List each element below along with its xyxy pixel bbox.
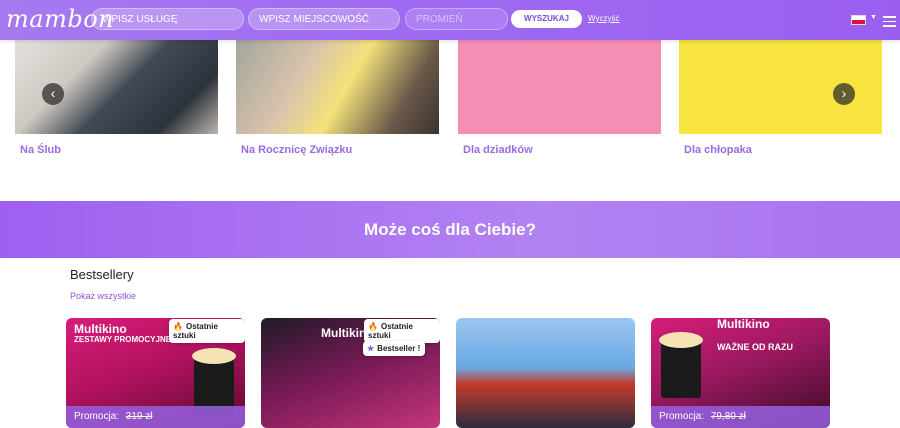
show-all-link[interactable]: Pokaż wszystkie <box>70 291 136 301</box>
chevron-right-icon[interactable]: › <box>833 83 855 105</box>
chevron-left-icon[interactable]: ‹ <box>42 83 64 105</box>
man-image <box>679 26 882 134</box>
popcorn-image <box>659 332 703 398</box>
bestseller-badge: ★ Bestseller ! <box>363 341 426 356</box>
carousel-card-wedding[interactable] <box>15 26 218 134</box>
service-search-input[interactable]: WPISZ USŁUGĘ <box>91 8 244 30</box>
last-items-badge: 🔥 Ostatnie sztuki <box>169 319 245 343</box>
clear-link[interactable]: Wyczyść <box>588 14 619 23</box>
product-brand: Multikino <box>717 318 770 331</box>
product-card-4[interactable]: Multikino WAŻNE OD RAZU Promocja: 79,80 … <box>651 318 830 428</box>
flame-icon: 🔥 <box>368 322 378 331</box>
promo-bar: Promocja: 319 zł <box>66 406 245 428</box>
hamburger-menu-icon[interactable] <box>883 16 896 30</box>
flame-icon: 🔥 <box>173 322 183 331</box>
product-card-3[interactable] <box>456 318 635 428</box>
carousel-card-boyfriend[interactable] <box>679 26 882 134</box>
carousel-title-anniversary[interactable]: Na Rocznicę Związku <box>241 144 352 156</box>
carousel-card-grandparents[interactable] <box>458 26 661 134</box>
product-brand: Multikino <box>74 322 127 336</box>
search-button[interactable]: WYSZUKAJ <box>511 10 582 28</box>
promo-label: Promocja: <box>659 411 705 422</box>
grandfather-image <box>458 26 661 134</box>
old-price: 319 zł <box>125 411 153 422</box>
old-price: 79,80 zł <box>710 411 746 422</box>
top-bar: mambon WPISZ USŁUGĘ WPISZ MIEJSCOWOŚĆ PR… <box>0 0 900 40</box>
recommendation-banner: Może coś dla Ciebie? <box>0 201 900 258</box>
carousel-title-boyfriend[interactable]: Dla chłopaka <box>684 144 752 156</box>
banner-title: Może coś dla Ciebie? <box>364 220 536 239</box>
anniversary-image <box>236 26 439 134</box>
product-card-1[interactable]: Multikino ZESTAWY PROMOCYJNE 🔥 Ostatnie s… <box>66 318 245 428</box>
last-items-badge: 🔥 Ostatnie sztuki <box>364 319 440 343</box>
promo-label: Promocja: <box>74 411 120 422</box>
chevron-down-icon[interactable]: ▼ <box>870 14 877 21</box>
carousel-title-wedding[interactable]: Na Ślub <box>20 144 61 156</box>
product-subtitle: ZESTAWY PROMOCYJNE <box>74 335 172 344</box>
location-input[interactable]: WPISZ MIEJSCOWOŚĆ <box>248 8 400 30</box>
product-subtitle: WAŻNE OD RAZU <box>717 342 793 352</box>
promo-bar: Promocja: 79,80 zł <box>651 406 830 428</box>
polish-flag-icon[interactable] <box>851 15 866 25</box>
radius-input[interactable]: PROMIEŃ <box>405 8 508 30</box>
carousel-card-anniversary[interactable] <box>236 26 439 134</box>
wedding-image <box>15 26 218 134</box>
section-title: Bestsellery <box>70 267 134 282</box>
star-icon: ★ <box>367 344 375 353</box>
carousel-title-grandparents[interactable]: Dla dziadków <box>463 144 533 156</box>
product-card-2[interactable]: Multikino 🔥 Ostatnie sztuki ★ Bestseller ! <box>261 318 440 428</box>
